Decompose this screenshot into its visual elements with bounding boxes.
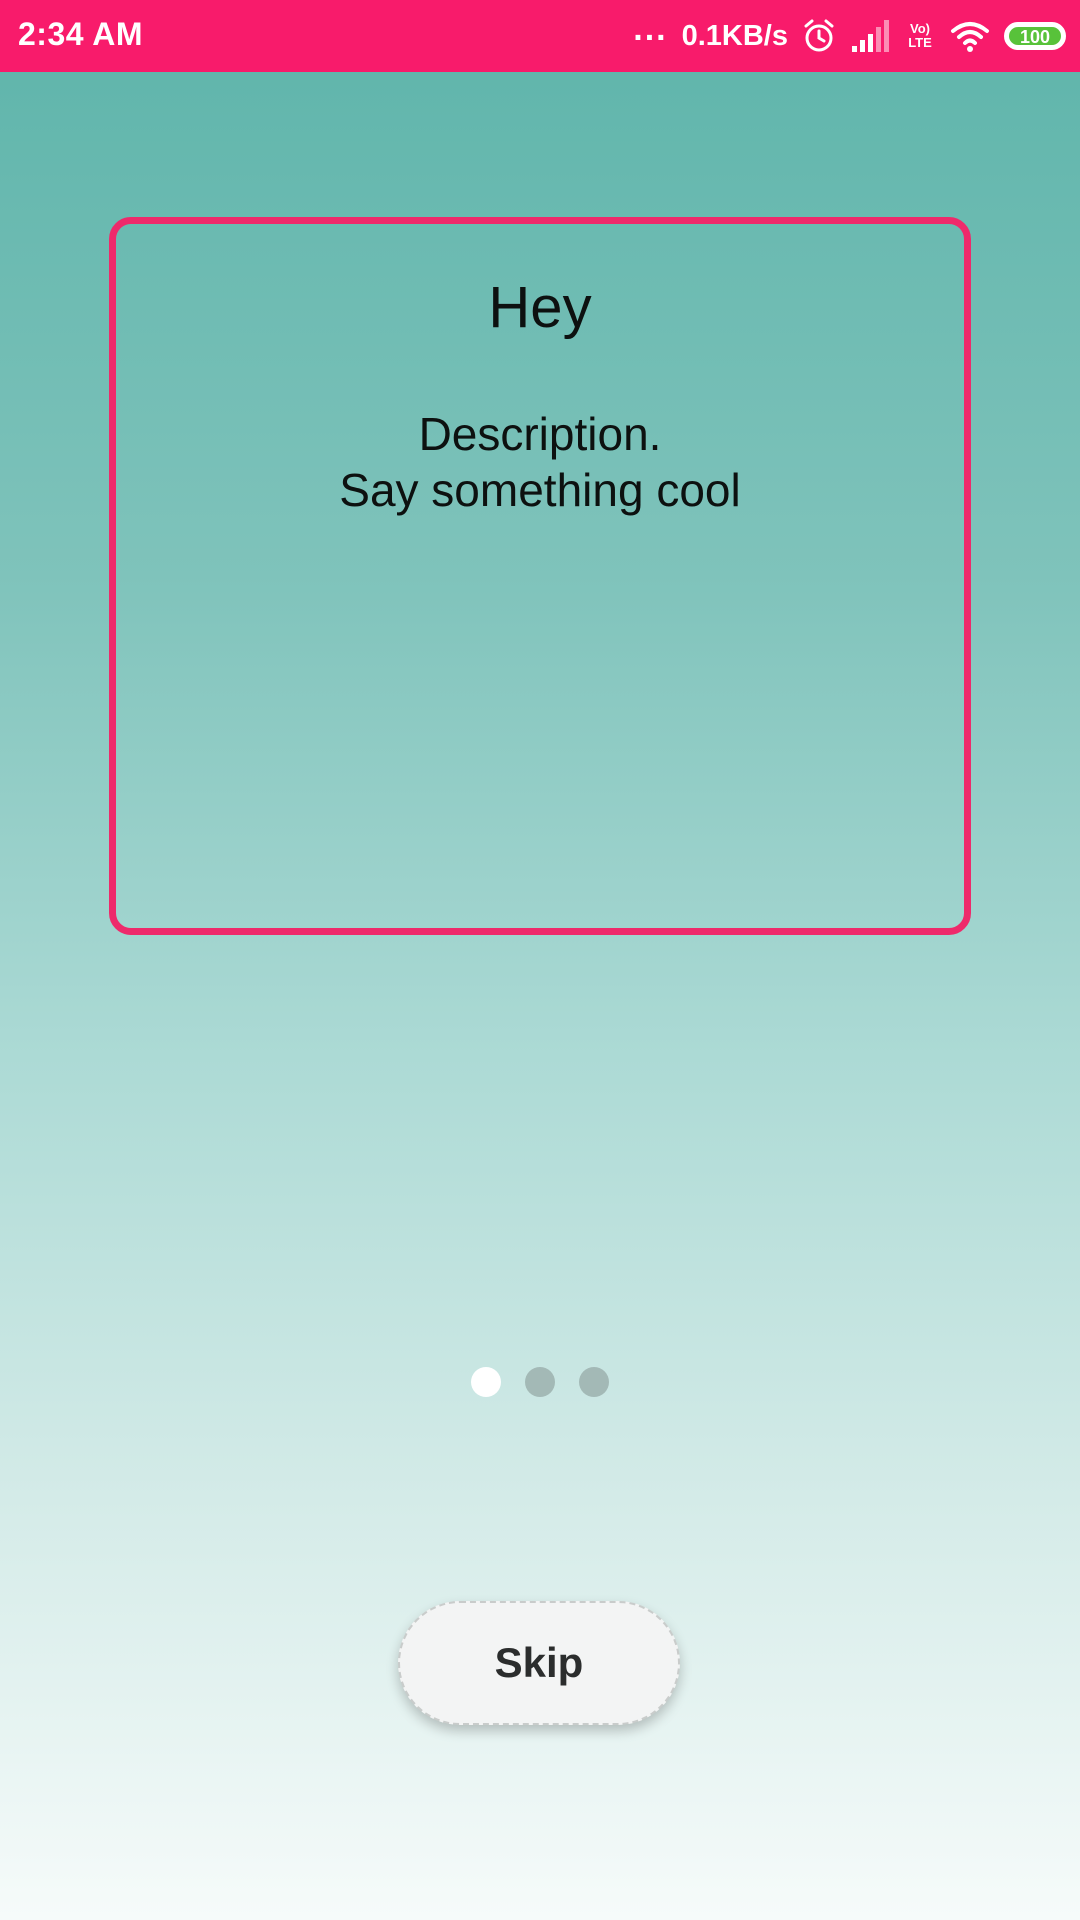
- status-time: 2:34 AM: [18, 16, 144, 52]
- signal-icon: [850, 16, 890, 56]
- status-icons: ... 0.1KB/s Vo) LTE 100: [633, 0, 1066, 72]
- page-dot-2[interactable]: [525, 1367, 555, 1397]
- battery-icon: 100: [1004, 16, 1066, 56]
- skip-button[interactable]: Skip: [398, 1601, 680, 1725]
- page-dot-3[interactable]: [579, 1367, 609, 1397]
- battery-frame: 100: [1004, 22, 1066, 50]
- volte-label-bottom: LTE: [908, 35, 932, 50]
- card-description-line-2: Say something cool: [339, 464, 741, 516]
- status-bar: 2:34 AM ... 0.1KB/s Vo) LTE 100: [0, 0, 1080, 72]
- network-speed: 0.1KB/s: [681, 19, 788, 52]
- intro-card: Hey Description. Say something cool: [109, 217, 971, 935]
- page-indicator: [0, 1367, 1080, 1397]
- battery-level: 100: [1009, 27, 1061, 47]
- wifi-icon: [950, 16, 990, 56]
- alarm-icon: [802, 16, 836, 56]
- volte-label-top: Vo): [910, 21, 930, 36]
- more-notifications-icon: ...: [633, 9, 668, 48]
- card-title: Hey: [488, 275, 592, 340]
- volte-icon: Vo) LTE: [904, 16, 936, 56]
- card-description: Description. Say something cool: [116, 406, 964, 518]
- card-description-line-1: Description.: [418, 408, 662, 460]
- page-dot-1[interactable]: [471, 1367, 501, 1397]
